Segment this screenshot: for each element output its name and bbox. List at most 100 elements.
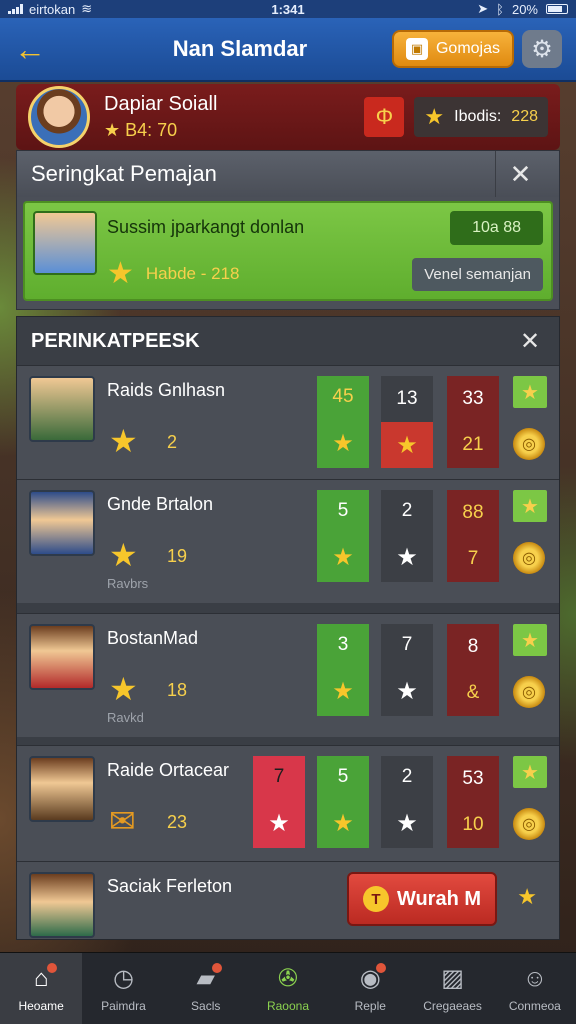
row-score: 19 (167, 546, 188, 566)
star-icon: ★ (109, 671, 138, 707)
stat-value: 5 (337, 500, 349, 522)
stat-value: 7 (401, 634, 413, 656)
settings-button[interactable]: ⚙ (522, 30, 562, 68)
star-icon: ★ (396, 809, 418, 837)
nav-item-5[interactable]: ◉ Reple (329, 953, 411, 1024)
status-bar: eirtokan ≋ 1:341 ➤ ᛒ 20% (0, 0, 576, 18)
star-icon: ★ (109, 423, 138, 459)
recommend-panel: Seringkat Pemajan ✕ Sussim jparkangt don… (16, 150, 560, 310)
stat-cell: 7 ★ (253, 756, 305, 848)
nav-item-6[interactable]: ▨ Cregaeaes (411, 953, 493, 1024)
table-row[interactable]: Gnde Brtalon ★ 19 Ravbrs 5 ★ 2 ★ 88 7 ★ … (17, 479, 559, 603)
stat-cell: 7 ★ (381, 624, 433, 716)
score-label: Ibodis: (454, 108, 502, 125)
stat-cell: 88 7 (447, 490, 499, 582)
notification-dot (47, 963, 58, 973)
nav-item-4[interactable]: ✇ Raoona (247, 953, 329, 1024)
stat-cell: 5 ★ (317, 756, 369, 848)
stat-value: & (466, 682, 480, 703)
user-icon: ☺ (522, 964, 548, 992)
star-icon[interactable]: ★ (513, 756, 547, 788)
stat-cell: 2 ★ (381, 490, 433, 582)
gomojas-button[interactable]: ▣ Gomojas (391, 30, 514, 68)
coin-icon[interactable]: ◎ (513, 428, 545, 460)
bag-icon: ▣ (405, 38, 428, 60)
trophy-icon: ✉ (109, 803, 136, 839)
card-action-button[interactable]: Venel semanjan (412, 258, 543, 291)
star-icon[interactable]: ★ (513, 490, 547, 522)
stat-value: 2 (401, 500, 413, 522)
coin-icon: Φ (375, 104, 394, 129)
stat-cell: 5 ★ (317, 490, 369, 582)
join-button[interactable]: T Wurah M (347, 872, 497, 926)
nav-item-7[interactable]: ☺ Conmeoa (494, 953, 576, 1024)
close-icon[interactable]: ✕ (495, 151, 545, 197)
carrier-text: eirtokan (29, 1, 76, 17)
star-icon: ★ (332, 677, 354, 705)
nav-label: Conmeoa (508, 998, 561, 1013)
star-icon: ★ (332, 809, 354, 837)
nav-item-2[interactable]: ◷ Paimdra (82, 953, 164, 1024)
chart-icon: ▨ (441, 965, 464, 992)
recommend-title: Seringkat Pemajan (31, 161, 217, 186)
coin-icon[interactable]: ◎ (513, 808, 545, 840)
star-icon[interactable]: ★ (513, 624, 547, 656)
card-badge: 10a 88 (450, 211, 543, 245)
stat-value: 10 (462, 814, 484, 835)
nav-item-3[interactable]: ▰ Sacls (165, 953, 247, 1024)
player-name: Raids Gnlhasn (107, 380, 226, 400)
notification-dot (211, 963, 222, 973)
wifi-icon: ≋ (81, 1, 93, 16)
ranking-title: PERINKATPEESK (31, 329, 200, 352)
back-arrow-icon[interactable]: ← (14, 31, 58, 68)
avatar (29, 756, 95, 822)
coin-icon[interactable]: ◎ (513, 676, 545, 708)
coin-icon[interactable]: ◎ (513, 542, 545, 574)
player-name: Raide Ortacear (107, 760, 230, 780)
table-row[interactable]: Raids Gnlhasn ★ 2 45 ★ 13 ★ 33 21 ★ ◎ (17, 365, 559, 479)
stat-value: 21 (462, 434, 484, 455)
app-header: ← Nan Slamdar ▣ Gomojas ⚙ (0, 18, 576, 82)
star-icon: ★ (396, 543, 418, 571)
coin-button[interactable]: Φ (364, 97, 405, 137)
avatar (29, 872, 95, 938)
star-icon: ★ (396, 431, 418, 459)
nav-item-home[interactable]: ⌂ Heoame (0, 953, 83, 1024)
avatar (33, 211, 97, 275)
avatar[interactable] (28, 86, 90, 148)
stat-value: 45 (332, 386, 354, 408)
avatar (29, 490, 95, 556)
location-icon: ➤ (477, 1, 489, 16)
stat-cell: 33 21 (447, 376, 499, 468)
row-score: 2 (167, 432, 178, 452)
star-icon: ★ (332, 429, 354, 457)
join-label: Wurah M (396, 887, 482, 910)
table-row[interactable]: Saciak Ferleton T Wurah M ★ (17, 861, 559, 939)
nav-label: Paimdra (101, 999, 146, 1013)
star-icon: ★ (268, 809, 290, 837)
stat-cell: 3 ★ (317, 624, 369, 716)
star-icon: ★ (396, 677, 418, 705)
table-row[interactable]: BostanMad ★ 18 Ravkd 3 ★ 7 ★ 8 & ★ ◎ (17, 613, 559, 737)
player-name: Gnde Brtalon (107, 494, 214, 514)
table-row[interactable]: Raide Ortacear ✉ 23 7 ★ 5 ★ 2 ★ 53 10 ★ … (17, 745, 559, 861)
stat-cell: 45 ★ (317, 376, 369, 468)
star-icon[interactable]: ★ (517, 884, 537, 910)
stat-value: 13 (396, 388, 418, 409)
row-score: 23 (167, 812, 188, 832)
stat-value: 2 (401, 766, 413, 788)
player-level: B4: 70 (125, 120, 178, 140)
signal-icon (8, 4, 23, 14)
stat-cell: 8 & (447, 624, 499, 716)
recommend-card[interactable]: Sussim jparkangt donlan ★ Habde - 218 10… (23, 201, 553, 301)
stat-value: 5 (337, 766, 349, 788)
score-box: ★ Ibodis: 228 (414, 97, 548, 137)
star-icon: ★ (104, 120, 121, 140)
star-icon[interactable]: ★ (513, 376, 547, 408)
nav-label: Sacls (191, 999, 221, 1013)
player-name: BostanMad (107, 628, 199, 648)
ranking-panel: PERINKATPEESK ✕ Raids Gnlhasn ★ 2 45 ★ 1… (16, 316, 560, 940)
stat-value: 88 (462, 502, 484, 523)
close-icon[interactable]: ✕ (515, 327, 545, 356)
stat-value: 8 (467, 636, 479, 657)
